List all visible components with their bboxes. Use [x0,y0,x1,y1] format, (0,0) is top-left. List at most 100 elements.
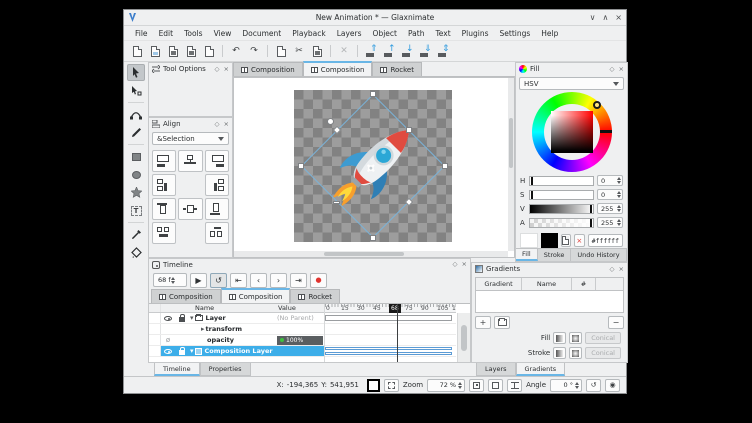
lock-icon[interactable] [179,317,185,322]
stroke-radial-gradient-button[interactable] [569,347,582,359]
menu-document[interactable]: Document [237,27,286,40]
fill-panel-header[interactable]: Fill ◇ × [516,63,627,75]
spin-down-icon[interactable] [575,386,579,389]
hue-slider[interactable] [529,176,594,186]
play-button[interactable]: ▶ [190,273,207,288]
presets-button[interactable] [494,316,510,329]
text-tool-button[interactable]: T [127,202,145,219]
clear-color-button[interactable]: × [574,234,584,247]
menu-layers[interactable]: Layers [332,27,367,40]
reset-zoom-button[interactable] [488,379,503,392]
spin-up-icon[interactable] [575,382,579,385]
ellipse-tool-button[interactable] [127,166,145,183]
close-panel-icon[interactable]: × [224,66,229,73]
angle-spinbox[interactable]: 0 ° [550,379,582,392]
align-relative-to-select[interactable]: &Selection [152,132,229,145]
hue-spinbox[interactable]: 0 [597,175,623,186]
gradients-header[interactable]: Gradients ◇ × [472,263,627,275]
selection-handle-right[interactable] [442,163,448,169]
select-tool-button[interactable] [127,64,145,81]
spin-down-icon[interactable] [617,209,621,212]
canvas-vertical-scrollbar[interactable] [508,78,514,251]
reset-rotation-button[interactable]: ↺ [586,379,601,392]
move-layer-button[interactable]: ⇕ [435,43,451,59]
zoom-fit-button[interactable] [469,379,484,392]
stroke-linear-gradient-button[interactable] [553,347,566,359]
expand-icon[interactable]: ▾ [190,347,194,355]
canvas-tab-composition-2[interactable]: Composition [303,61,373,76]
redo-button[interactable]: ↷ [246,43,262,59]
fill-conical-button[interactable]: Conical [585,332,621,344]
selection-handle-topright[interactable] [406,127,412,133]
layer-track[interactable] [325,313,456,324]
spin-up-icon[interactable] [171,277,175,280]
rectangle-tool-button[interactable] [127,148,145,165]
title-bar[interactable]: New Animation * — Glaxnimate ∨ ∧ × [124,10,626,26]
transform-track[interactable] [325,324,456,335]
composition-duration-bar[interactable] [325,347,452,350]
record-keyframes-button[interactable]: ● [310,273,327,288]
menu-help[interactable]: Help [536,27,563,40]
opacity-value-badge[interactable]: 100% [277,336,323,345]
frame-ruler[interactable]: 0 15 30 45 68 75 90 105 120 [325,304,456,313]
menu-path[interactable]: Path [403,27,429,40]
add-gradient-button[interactable]: + [475,316,491,329]
timeline-tab-composition-2[interactable]: Composition [221,288,291,303]
align-header[interactable]: Align ◇ × [149,118,232,130]
fill-radial-gradient-button[interactable] [569,332,582,344]
align-right-button[interactable] [205,150,229,172]
selection-handle-top[interactable] [370,91,376,97]
raise-layer-button[interactable]: ↑ [381,43,397,59]
spin-down-icon[interactable] [171,281,175,284]
go-last-frame-button[interactable]: ⇥ [290,273,307,288]
paste-color-button[interactable] [561,234,571,247]
maximize-icon[interactable]: ∧ [602,14,608,22]
edit-nodes-tool-button[interactable] [127,82,145,99]
save-as-button[interactable] [183,43,199,59]
spin-up-icon[interactable] [617,177,621,180]
open-document-button[interactable] [147,43,163,59]
canvas-horizontal-scrollbar[interactable] [234,251,508,257]
spin-up-icon[interactable] [617,219,621,222]
saturation-slider[interactable] [529,190,594,200]
secondary-color-swatch[interactable] [520,233,538,248]
draw-freehand-tool-button[interactable] [127,124,145,141]
paste-button[interactable] [309,43,325,59]
align-outside-right-button[interactable] [205,174,229,196]
align-bottom-button[interactable] [205,198,229,220]
delete-button[interactable]: ✕ [336,43,352,59]
frame-spinbox[interactable]: 68 f [153,273,187,287]
canvas-viewport[interactable] [233,77,515,258]
close-panel-icon[interactable]: × [462,261,467,268]
next-frame-button[interactable]: › [270,273,287,288]
current-color-indicator[interactable] [367,379,380,392]
spin-down-icon[interactable] [458,386,462,389]
star-tool-button[interactable] [127,184,145,201]
spin-down-icon[interactable] [617,181,621,184]
menu-text[interactable]: Text [430,27,455,40]
export-button[interactable] [201,43,217,59]
timeline-tab-rocket[interactable]: Rocket [290,289,340,303]
hue-marker[interactable] [593,101,601,109]
spin-up-icon[interactable] [617,205,621,208]
menu-tools[interactable]: Tools [179,27,207,40]
menu-view[interactable]: View [209,27,237,40]
spin-up-icon[interactable] [617,191,621,194]
hue-wheel[interactable] [532,92,612,172]
stroke-conical-button[interactable]: Conical [585,347,621,359]
expand-icon[interactable]: ▾ [190,314,194,322]
current-color-swatch[interactable] [541,233,558,248]
timeline-vertical-scrollbar[interactable] [457,313,470,362]
menu-playback[interactable]: Playback [287,27,330,40]
menu-edit[interactable]: Edit [154,27,179,40]
timeline-header[interactable]: Timeline ◇ × [149,259,470,270]
close-panel-icon[interactable]: × [619,66,624,73]
spin-down-icon[interactable] [617,223,621,226]
keyframe-indicator-button[interactable]: ◉ [605,379,620,392]
go-first-frame-button[interactable]: ⇤ [230,273,247,288]
lock-icon[interactable] [179,350,185,355]
tab-undo-history[interactable]: Undo History [571,249,626,261]
composition-duration-bar[interactable] [325,352,452,355]
raise-to-top-button[interactable]: ⇑ [363,43,379,59]
opacity-row[interactable]: ø opacity 100% [149,335,324,346]
